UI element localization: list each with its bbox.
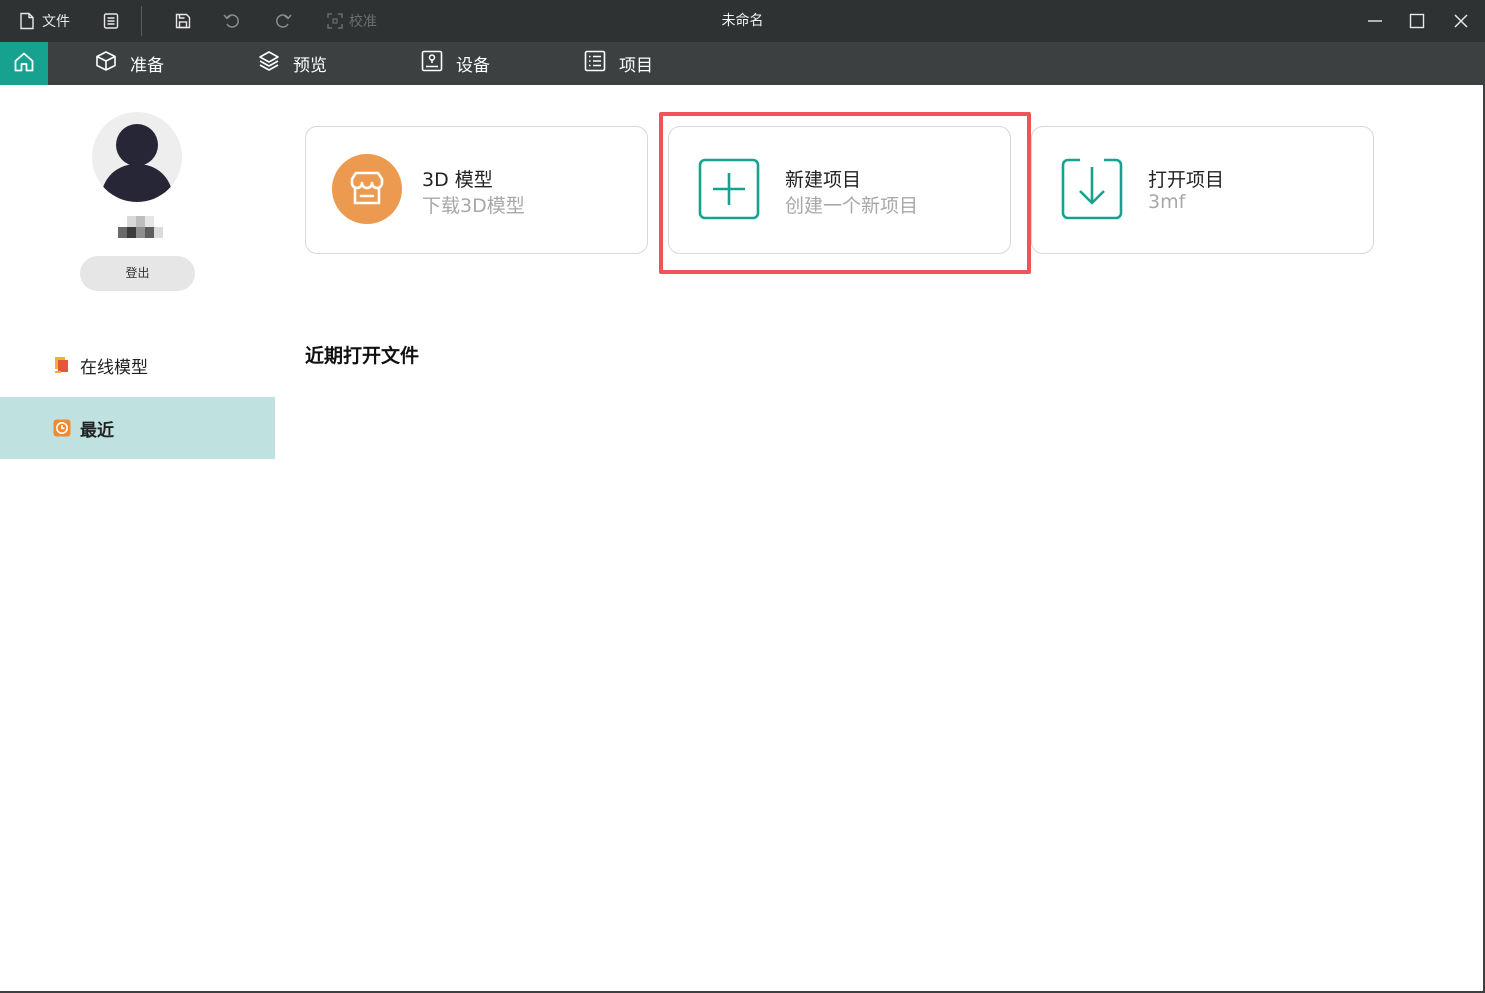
tab-prepare-label: 准备 (130, 56, 164, 76)
tab-device[interactable]: 设备 (420, 42, 490, 85)
tab-prepare[interactable]: 准备 (94, 42, 164, 85)
avatar[interactable] (92, 112, 182, 202)
file-icon (16, 10, 38, 32)
toolbar-separator (141, 6, 142, 36)
home-tab[interactable] (0, 42, 48, 85)
clock-icon (53, 419, 71, 437)
device-icon (420, 49, 456, 78)
download-box-icon (1057, 153, 1129, 225)
logout-button[interactable]: 登出 (80, 256, 195, 291)
document-list-icon (100, 10, 122, 32)
calibrate-label: 校准 (349, 14, 377, 30)
calibrate-icon (324, 10, 346, 32)
tab-preview-label: 预览 (293, 56, 327, 76)
notes-button[interactable] (100, 0, 122, 42)
card-subtitle: 下载3D模型 (422, 195, 525, 217)
tab-project-label: 项目 (619, 56, 653, 76)
card-3d-model[interactable]: 3D 模型 下载3D模型 (305, 126, 648, 254)
tab-preview[interactable]: 预览 (257, 42, 327, 85)
minimize-button[interactable] (1364, 0, 1386, 42)
layers-icon (257, 49, 293, 78)
card-title: 打开项目 (1148, 169, 1225, 191)
maximize-button[interactable] (1406, 0, 1428, 42)
recent-files-title: 近期打开文件 (305, 345, 420, 367)
highlight-box (659, 112, 1031, 274)
undo-button[interactable] (221, 0, 243, 42)
save-icon (172, 10, 194, 32)
file-menu-label: 文件 (42, 14, 70, 30)
title-bar: 文件 校准 未命名 (0, 0, 1485, 42)
maximize-icon (1406, 10, 1428, 32)
sidebar: 登出 在线模型 最近 (0, 85, 275, 993)
home-icon (12, 50, 36, 78)
card-subtitle: 3mf (1148, 191, 1186, 213)
close-button[interactable] (1450, 0, 1472, 42)
redo-icon (272, 10, 294, 32)
redo-button[interactable] (272, 0, 294, 42)
tab-device-label: 设备 (456, 56, 490, 76)
store-icon (331, 153, 403, 225)
card-open-project[interactable]: 打开项目 3mf (1031, 126, 1374, 254)
sidebar-item-label: 在线模型 (80, 357, 148, 378)
tab-project[interactable]: 项目 (583, 42, 653, 85)
username-pixelated (118, 216, 164, 238)
sidebar-item-label: 最近 (80, 420, 114, 441)
save-button[interactable] (172, 0, 194, 42)
list-icon (583, 49, 619, 78)
minimize-icon (1364, 10, 1386, 32)
undo-icon (221, 10, 243, 32)
cube-icon (94, 49, 130, 78)
sidebar-item-online-models[interactable]: 在线模型 (0, 334, 275, 396)
close-icon (1450, 10, 1472, 32)
sidebar-item-recent[interactable]: 最近 (0, 397, 275, 459)
file-menu[interactable]: 文件 (16, 0, 70, 42)
online-model-icon (53, 356, 71, 374)
main-navbar: 准备 预览 设备 项目 (0, 42, 1485, 85)
card-title: 3D 模型 (422, 169, 493, 191)
calibrate-button[interactable]: 校准 (324, 0, 377, 42)
